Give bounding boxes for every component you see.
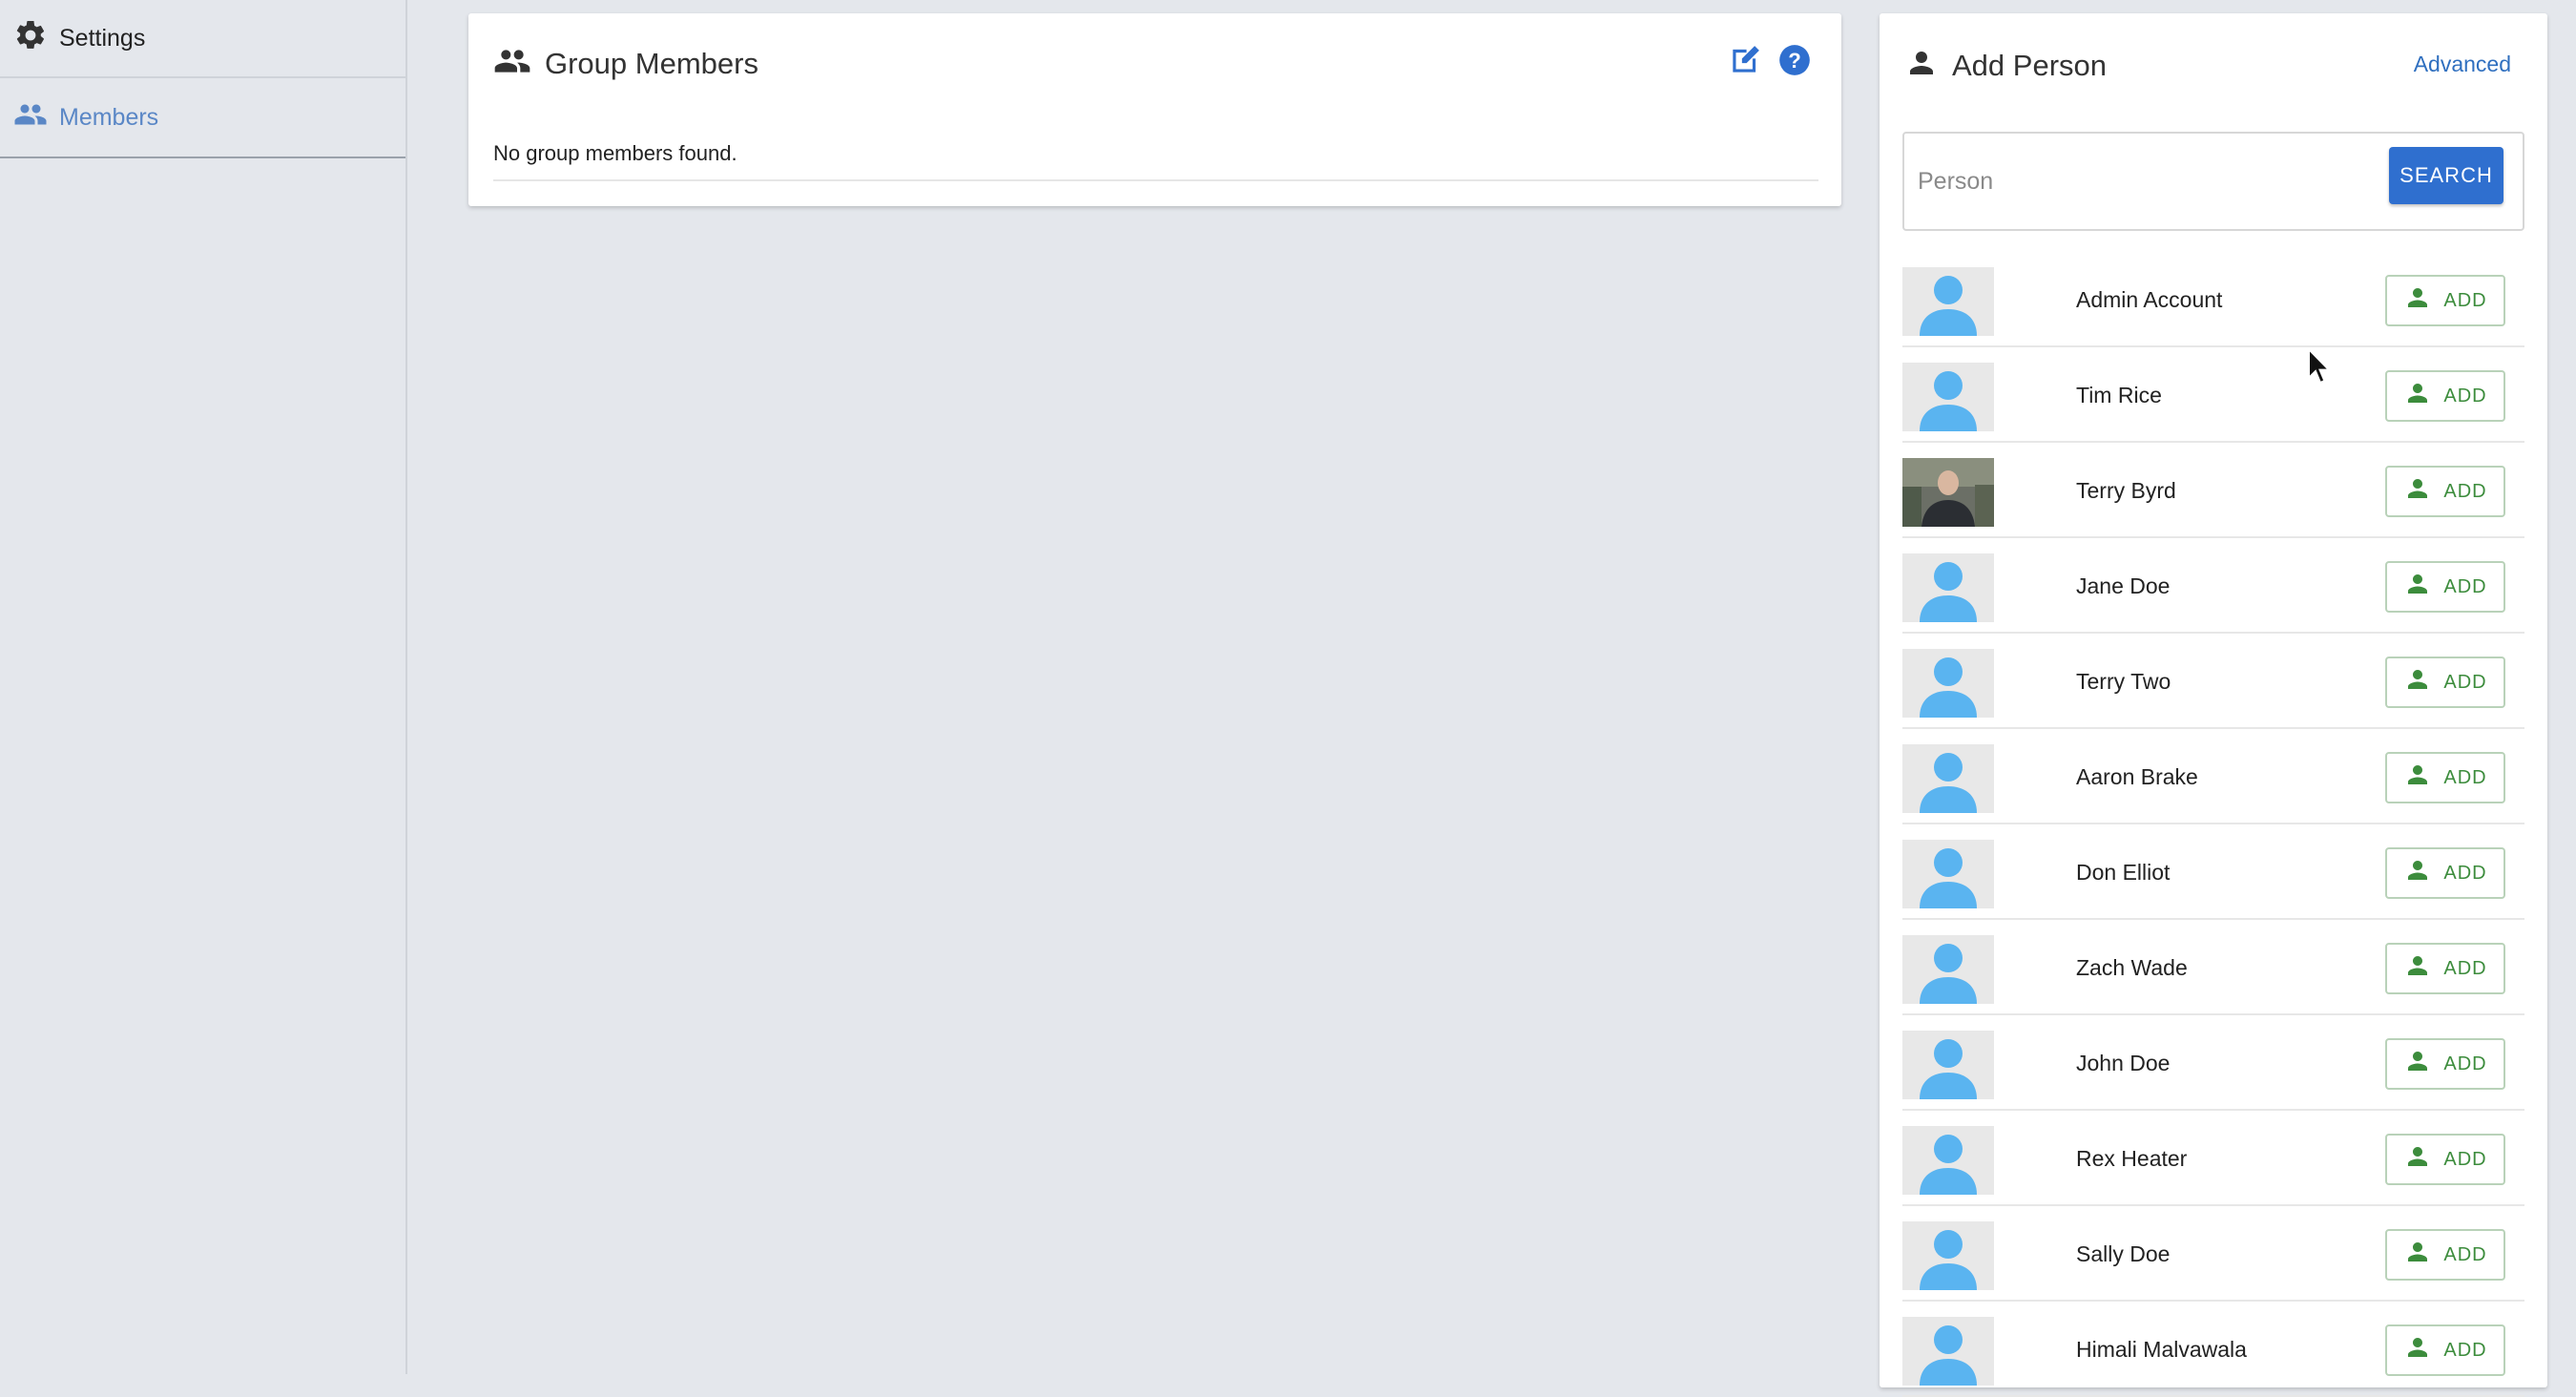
person-search-box: SEARCH xyxy=(1902,132,2524,231)
add-person-button[interactable]: ADD xyxy=(2385,370,2505,422)
person-name: Admin Account xyxy=(2076,287,2223,312)
people-list: Admin Account ADD Tim Rice ADD Terry Byrd ADD… xyxy=(1902,252,2524,1397)
add-person-button[interactable]: ADD xyxy=(2385,943,2505,994)
person-row: Rex Heater ADD xyxy=(1902,1111,2524,1206)
add-button-label: ADD xyxy=(2443,671,2487,693)
mouse-cursor-icon xyxy=(2308,347,2332,385)
person-search-input[interactable] xyxy=(1918,153,2376,210)
add-button-label: ADD xyxy=(2443,957,2487,979)
add-button-label: ADD xyxy=(2443,766,2487,788)
sidebar-item-members[interactable]: Members xyxy=(0,78,405,158)
add-button-label: ADD xyxy=(2443,480,2487,502)
person-row: John Doe ADD xyxy=(1902,1015,2524,1111)
person-name: John Doe xyxy=(2076,1051,2171,1075)
avatar-icon xyxy=(1902,744,1994,813)
avatar-icon xyxy=(1902,1031,1994,1099)
add-person-button[interactable]: ADD xyxy=(2385,1038,2505,1090)
person-name: Tim Rice xyxy=(2076,383,2162,407)
add-person-button[interactable]: ADD xyxy=(2385,752,2505,803)
edit-icon[interactable] xyxy=(1727,42,1763,83)
avatar-icon xyxy=(1902,840,1994,908)
add-person-button[interactable]: ADD xyxy=(2385,466,2505,517)
add-button-label: ADD xyxy=(2443,289,2487,311)
add-button-label: ADD xyxy=(2443,1148,2487,1170)
search-button[interactable]: SEARCH xyxy=(2389,147,2503,204)
add-button-label: ADD xyxy=(2443,862,2487,884)
add-button-label: ADD xyxy=(2443,1243,2487,1265)
person-row: Jane Doe ADD xyxy=(1902,538,2524,634)
person-row: Terry Byrd ADD xyxy=(1902,443,2524,538)
add-person-button[interactable]: ADD xyxy=(2385,657,2505,708)
advanced-link[interactable]: Advanced xyxy=(2414,52,2511,77)
avatar-icon xyxy=(1902,267,1994,336)
sidebar: Settings Members xyxy=(0,0,407,1374)
add-person-icon xyxy=(2403,570,2432,604)
person-name: Himali Malvawala xyxy=(2076,1337,2247,1362)
group-members-title: Group Members xyxy=(545,46,758,80)
sidebar-item-label: Members xyxy=(59,103,159,131)
empty-members-text: No group members found. xyxy=(493,141,737,165)
add-person-icon xyxy=(2403,761,2432,795)
add-button-label: ADD xyxy=(2443,385,2487,407)
person-name: Rex Heater xyxy=(2076,1146,2188,1171)
person-photo xyxy=(1902,458,1994,527)
person-name: Zach Wade xyxy=(2076,955,2188,980)
person-row: Don Elliot ADD xyxy=(1902,824,2524,920)
person-name: Sally Doe xyxy=(2076,1241,2171,1266)
sidebar-item-settings[interactable]: Settings xyxy=(0,0,405,78)
avatar-icon xyxy=(1902,1221,1994,1290)
person-row: Sally Doe ADD xyxy=(1902,1206,2524,1302)
people-icon xyxy=(13,97,59,138)
divider xyxy=(493,179,1818,181)
person-icon xyxy=(1904,46,1952,85)
add-person-icon xyxy=(2403,283,2432,318)
svg-text:?: ? xyxy=(1788,49,1801,73)
person-row: Himali Malvawala ADD xyxy=(1902,1302,2524,1397)
add-person-icon xyxy=(2403,951,2432,986)
gear-icon xyxy=(13,18,59,59)
person-name: Terry Two xyxy=(2076,669,2171,694)
add-person-icon xyxy=(2403,665,2432,699)
sidebar-item-label: Settings xyxy=(59,24,146,52)
person-row: Aaron Brake ADD xyxy=(1902,729,2524,824)
group-members-actions: ? xyxy=(1727,42,1813,83)
add-person-title: Add Person xyxy=(1952,48,2107,82)
avatar-icon xyxy=(1902,935,1994,1004)
add-person-card: Add Person Advanced SEARCH Admin Account… xyxy=(1880,13,2547,1397)
help-icon[interactable]: ? xyxy=(1776,42,1813,83)
person-name: Don Elliot xyxy=(2076,860,2171,885)
add-person-icon xyxy=(2403,1333,2432,1367)
avatar-icon xyxy=(1902,1126,1994,1195)
add-person-icon xyxy=(2403,474,2432,509)
add-person-button[interactable]: ADD xyxy=(2385,1229,2505,1281)
add-person-icon xyxy=(2403,856,2432,890)
person-row: Zach Wade ADD xyxy=(1902,920,2524,1015)
avatar-icon xyxy=(1902,649,1994,718)
person-row: Tim Rice ADD xyxy=(1902,347,2524,443)
add-person-icon xyxy=(2403,1047,2432,1081)
add-person-button[interactable]: ADD xyxy=(2385,275,2505,326)
add-person-button[interactable]: ADD xyxy=(2385,1324,2505,1376)
add-button-label: ADD xyxy=(2443,1339,2487,1361)
add-button-label: ADD xyxy=(2443,1053,2487,1074)
avatar-icon xyxy=(1902,363,1994,431)
person-row: Admin Account ADD xyxy=(1902,252,2524,347)
group-members-card: Group Members ? No group members found. xyxy=(468,13,1841,206)
add-person-icon xyxy=(2403,1142,2432,1177)
person-name: Terry Byrd xyxy=(2076,478,2176,503)
avatar-icon xyxy=(1902,1317,1994,1386)
add-person-button[interactable]: ADD xyxy=(2385,1134,2505,1185)
group-members-header: Group Members xyxy=(493,42,758,85)
people-icon xyxy=(493,42,545,85)
add-person-icon xyxy=(2403,1238,2432,1272)
person-row: Terry Two ADD xyxy=(1902,634,2524,729)
add-person-header: Add Person xyxy=(1904,46,2107,85)
avatar-icon xyxy=(1902,553,1994,622)
add-person-button[interactable]: ADD xyxy=(2385,561,2505,613)
person-name: Aaron Brake xyxy=(2076,764,2198,789)
add-person-button[interactable]: ADD xyxy=(2385,847,2505,899)
add-button-label: ADD xyxy=(2443,575,2487,597)
add-person-icon xyxy=(2403,379,2432,413)
person-name: Jane Doe xyxy=(2076,573,2171,598)
